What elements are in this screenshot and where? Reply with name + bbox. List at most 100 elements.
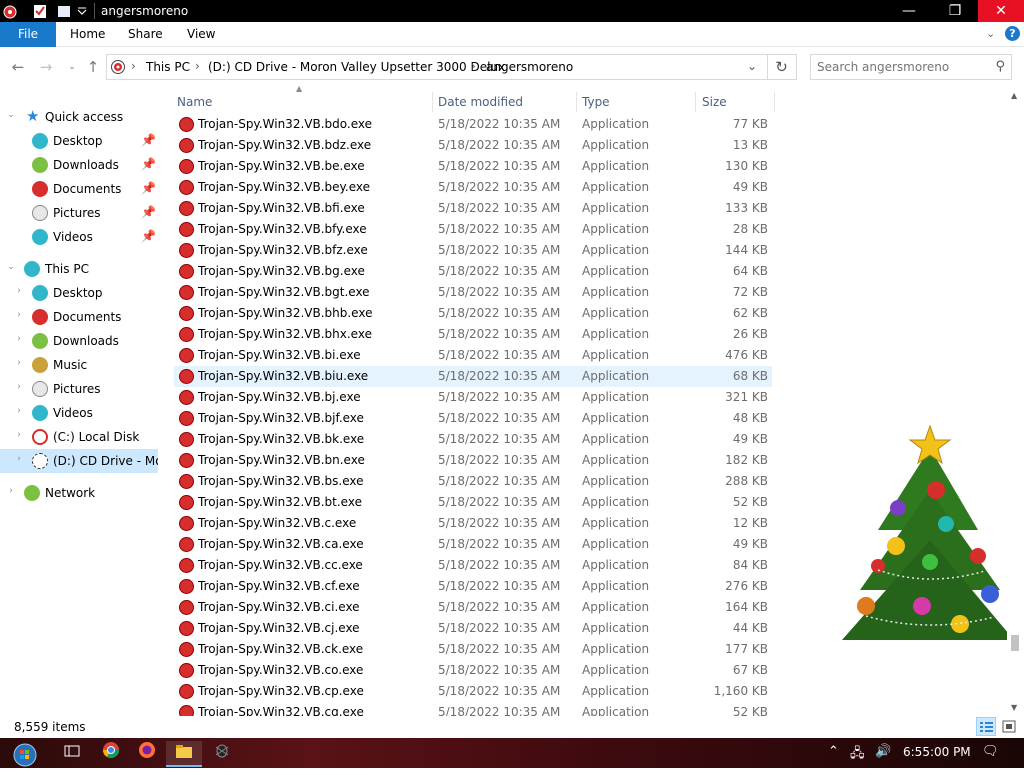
start-button[interactable] [4,741,46,767]
scroll-down-icon[interactable]: ▼ [1011,703,1017,712]
app-taskbar-button[interactable] [204,741,240,767]
breadcrumb-drive[interactable]: (D:) CD Drive - Moron Valley Upsetter 30… [208,60,505,74]
file-row[interactable]: Trojan-Spy.Win32.VB.bg.exe 5/18/2022 10:3… [174,261,772,282]
expand-icon[interactable]: › [14,406,24,416]
maximize-button[interactable]: ❐ [932,0,978,22]
file-row[interactable]: Trojan-Spy.Win32.VB.be.exe 5/18/2022 10:3… [174,156,772,177]
nav-pc-cd-drive[interactable]: › (D:) CD Drive - Moro [0,449,158,473]
file-row[interactable]: Trojan-Spy.Win32.VB.bk.exe 5/18/2022 10:3… [174,429,772,450]
expand-icon[interactable]: › [14,454,24,464]
column-header-type[interactable]: Type [582,95,610,115]
forward-arrow-icon[interactable]: → [36,57,56,77]
file-row[interactable]: Trojan-Spy.Win32.VB.cc.exe 5/18/2022 10:3… [174,555,772,576]
file-row[interactable]: Trojan-Spy.Win32.VB.bfz.exe 5/18/2022 10:… [174,240,772,261]
search-icon[interactable]: ⚲ [995,59,1005,74]
details-view-button[interactable] [976,717,996,736]
expand-icon[interactable]: › [14,430,24,440]
clock[interactable]: 6:55:00 PM [903,745,971,759]
column-header-date[interactable]: Date modified [438,95,523,115]
nav-quick-downloads[interactable]: Downloads 📌 [0,153,158,177]
large-icons-view-button[interactable] [999,717,1019,736]
breadcrumb-this-pc[interactable]: This PC [146,60,190,74]
nav-pc-downloads[interactable]: › Downloads [0,329,158,353]
up-arrow-icon[interactable]: ↑ [83,57,103,77]
expand-ribbon-icon[interactable]: ⌄ [986,27,995,40]
chrome-taskbar-button[interactable] [93,741,129,767]
nav-this-pc[interactable]: ⌄ This PC [0,257,158,281]
file-explorer-taskbar-button[interactable] [166,741,202,767]
file-row[interactable]: Trojan-Spy.Win32.VB.bfi.exe 5/18/2022 10:… [174,198,772,219]
close-button[interactable]: ✕ [978,0,1024,22]
title-bar[interactable]: angersmoreno — ❐ ✕ [0,0,1024,22]
file-row[interactable]: Trojan-Spy.Win32.VB.c.exe 5/18/2022 10:35… [174,513,772,534]
scroll-up-icon[interactable]: ▲ [1011,91,1017,100]
network-icon[interactable]: 🖧 [850,744,865,766]
app-icon[interactable] [2,3,18,19]
nav-quick-videos[interactable]: Videos 📌 [0,225,158,249]
file-row[interactable]: Trojan-Spy.Win32.VB.bn.exe 5/18/2022 10:3… [174,450,772,471]
nav-network[interactable]: › Network [0,481,158,505]
collapse-icon[interactable]: ⌄ [6,262,16,272]
nav-pc-local-disk[interactable]: › (C:) Local Disk [0,425,158,449]
expand-icon[interactable]: › [14,334,24,344]
file-row[interactable]: Trojan-Spy.Win32.VB.ck.exe 5/18/2022 10:3… [174,639,772,660]
collapse-icon[interactable]: ⌄ [6,110,16,120]
column-divider[interactable] [576,92,577,112]
file-row[interactable]: Trojan-Spy.Win32.VB.ca.exe 5/18/2022 10:3… [174,534,772,555]
file-row[interactable]: Trojan-Spy.Win32.VB.ci.exe 5/18/2022 10:3… [174,597,772,618]
file-row[interactable]: Trojan-Spy.Win32.VB.bdz.exe 5/18/2022 10:… [174,135,772,156]
search-input[interactable] [817,59,987,75]
file-row[interactable]: Trojan-Spy.Win32.VB.cj.exe 5/18/2022 10:3… [174,618,772,639]
tab-share[interactable]: Share [128,22,163,47]
notification-icon[interactable]: 🗨 [982,744,999,759]
firefox-taskbar-button[interactable] [129,741,165,767]
new-folder-icon[interactable] [56,3,72,19]
file-row[interactable]: Trojan-Spy.Win32.VB.bs.exe 5/18/2022 10:3… [174,471,772,492]
address-dropdown-icon[interactable]: ⌄ [747,59,757,73]
column-header-name[interactable]: Name [177,95,212,115]
tab-file[interactable]: File [0,22,56,47]
expand-icon[interactable]: › [14,358,24,368]
nav-pc-documents[interactable]: › Documents [0,305,158,329]
nav-quick-documents[interactable]: Documents 📌 [0,177,158,201]
tab-home[interactable]: Home [70,22,105,47]
column-divider[interactable] [432,92,433,112]
file-row[interactable]: Trojan-Spy.Win32.VB.bfy.exe 5/18/2022 10:… [174,219,772,240]
file-row[interactable]: Trojan-Spy.Win32.VB.bdo.exe 5/18/2022 10:… [174,114,772,135]
file-row[interactable]: Trojan-Spy.Win32.VB.bey.exe 5/18/2022 10:… [174,177,772,198]
file-row[interactable]: Trojan-Spy.Win32.VB.bhx.exe 5/18/2022 10:… [174,324,772,345]
scrollbar-thumb[interactable] [1011,635,1019,651]
vertical-scrollbar[interactable]: ▲ ▼ [1007,87,1024,719]
expand-icon[interactable]: › [14,310,24,320]
nav-quick-desktop[interactable]: Desktop 📌 [0,129,158,153]
properties-icon[interactable] [32,3,48,19]
back-arrow-icon[interactable]: ← [8,57,28,77]
file-list[interactable]: Trojan-Spy.Win32.VB.bdo.exe 5/18/2022 10:… [174,114,774,716]
column-header-size[interactable]: Size [702,95,727,115]
task-view-button[interactable] [54,741,90,767]
help-icon[interactable]: ? [1005,26,1020,41]
file-row[interactable]: Trojan-Spy.Win32.VB.bhb.exe 5/18/2022 10:… [174,303,772,324]
file-row[interactable]: Trojan-Spy.Win32.VB.bjf.exe 5/18/2022 10:… [174,408,772,429]
file-row[interactable]: Trojan-Spy.Win32.VB.bj.exe 5/18/2022 10:3… [174,387,772,408]
search-box[interactable]: ⚲ [810,54,1012,80]
expand-icon[interactable]: › [14,382,24,392]
column-divider[interactable] [695,92,696,112]
tab-view[interactable]: View [187,22,215,47]
file-row[interactable]: Trojan-Spy.Win32.VB.bgt.exe 5/18/2022 10:… [174,282,772,303]
nav-pc-music[interactable]: › Music [0,353,158,377]
nav-quick-access[interactable]: ⌄ ★ Quick access [0,105,158,129]
nav-pc-desktop[interactable]: › Desktop [0,281,158,305]
file-row[interactable]: Trojan-Spy.Win32.VB.bi.exe 5/18/2022 10:3… [174,345,772,366]
nav-quick-pictures[interactable]: Pictures 📌 [0,201,158,225]
column-divider[interactable] [774,92,775,112]
file-row[interactable]: Trojan-Spy.Win32.VB.cf.exe 5/18/2022 10:3… [174,576,772,597]
file-row[interactable]: Trojan-Spy.Win32.VB.biu.exe 5/18/2022 10:… [174,366,772,387]
customize-arrow-icon[interactable] [74,3,90,19]
expand-icon[interactable]: › [14,286,24,296]
address-bar[interactable]: › This PC › (D:) CD Drive - Moron Valley… [106,54,768,80]
chevron-up-icon[interactable]: ⌃ [828,744,839,759]
file-row[interactable]: Trojan-Spy.Win32.VB.co.exe 5/18/2022 10:3… [174,660,772,681]
file-row[interactable]: Trojan-Spy.Win32.VB.cp.exe 5/18/2022 10:3… [174,681,772,702]
minimize-button[interactable]: — [886,0,932,22]
